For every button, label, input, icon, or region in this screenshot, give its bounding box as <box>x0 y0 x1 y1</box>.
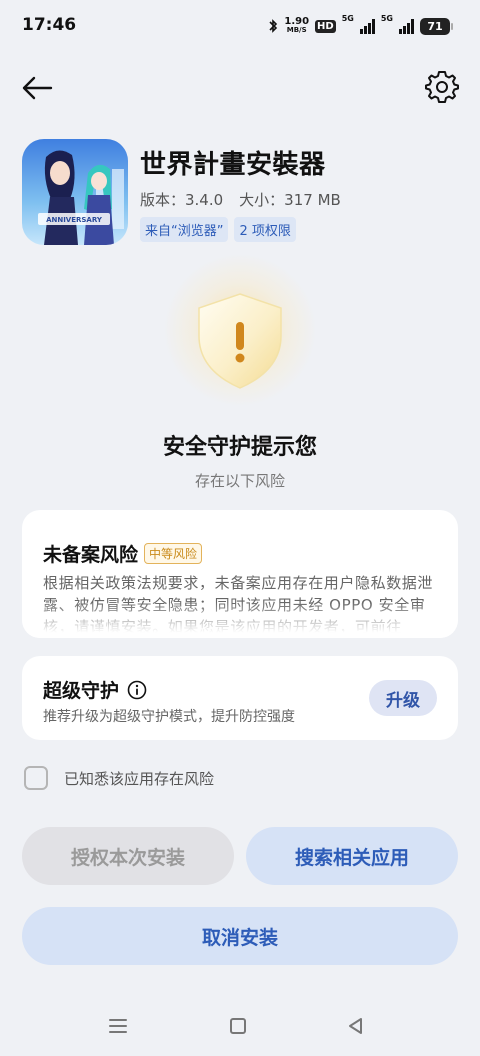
app-version: 版本：3.4.0 <box>140 191 224 209</box>
warning-headline: 安全守护提示您 <box>162 435 317 460</box>
guard-title-row: 超级守护 <box>43 676 147 703</box>
signal-icon <box>359 18 375 34</box>
navigation-bar <box>0 1000 480 1056</box>
back-button[interactable] <box>20 72 56 104</box>
gear-icon <box>425 71 459 103</box>
network-type-2: 5G <box>380 14 393 23</box>
bluetooth-icon <box>269 19 278 33</box>
app-artwork: ANNIVERSARY <box>22 139 128 245</box>
settings-button[interactable] <box>425 70 459 104</box>
permission-tag[interactable]: 2 项权限 <box>234 217 296 242</box>
warning-shield-icon <box>198 293 282 389</box>
network-type-1: 5G <box>341 14 354 23</box>
cancel-install-button[interactable]: 取消安装 <box>22 907 458 965</box>
speed-value: 1.90 <box>284 16 310 27</box>
warning-subhead: 存在以下风险 <box>194 472 285 490</box>
battery-icon: 71 <box>420 17 453 35</box>
battery-level: 71 <box>427 19 443 33</box>
menu-icon[interactable] <box>106 1014 130 1038</box>
app-size: 大小：317 MB <box>239 191 341 209</box>
acknowledge-label: 已知悉该应用存在风险 <box>64 769 215 788</box>
risk-card[interactable]: 未备案风险 中等风险 根据相关政策法规要求，未备案应用存在用户隐私数据泄露、被仿… <box>22 510 458 638</box>
app-icon: ANNIVERSARY <box>22 139 128 245</box>
acknowledge-checkbox[interactable] <box>24 766 48 790</box>
network-speed: 1.90 MB/S <box>284 17 309 35</box>
acknowledge-row[interactable]: 已知悉该应用存在风险 <box>24 766 214 790</box>
risk-title: 未备案风险 <box>43 544 139 566</box>
source-tag[interactable]: 来自“浏览器” <box>140 217 229 242</box>
app-tags: 来自“浏览器” 2 项权限 <box>140 217 296 242</box>
search-related-apps-button[interactable]: 搜索相关应用 <box>246 827 458 885</box>
upgrade-button[interactable]: 升级 <box>369 680 437 716</box>
speed-unit: MB/S <box>286 26 307 34</box>
back-arrow-icon <box>22 76 53 100</box>
risk-fade <box>22 602 458 638</box>
home-icon[interactable] <box>226 1014 250 1038</box>
status-bar: 17:46 1.90 MB/S HD 5G 5G 71 <box>0 0 480 52</box>
app-meta: 版本：3.4.0 大小：317 MB <box>140 189 341 210</box>
risk-title-row: 未备案风险 中等风险 <box>43 540 203 567</box>
back-triangle-icon[interactable] <box>344 1014 368 1038</box>
guard-description: 推荐升级为超级守护模式，提升防控强度 <box>43 709 295 725</box>
authorize-install-button[interactable]: 授权本次安装 <box>22 827 234 885</box>
info-icon[interactable] <box>127 680 147 700</box>
guard-title: 超级守护 <box>43 680 120 702</box>
risk-level-badge: 中等风险 <box>144 543 203 564</box>
svg-text:ANNIVERSARY: ANNIVERSARY <box>46 216 103 224</box>
status-icons: 1.90 MB/S HD 5G 5G 71 <box>268 14 453 38</box>
status-time: 17:46 <box>22 15 77 35</box>
super-guard-card: 超级守护 推荐升级为超级守护模式，提升防控强度 升级 <box>22 656 458 740</box>
signal-icon-2 <box>399 18 414 34</box>
hd-badge: HD <box>315 19 336 33</box>
app-name: 世界計畫安裝器 <box>140 150 326 180</box>
